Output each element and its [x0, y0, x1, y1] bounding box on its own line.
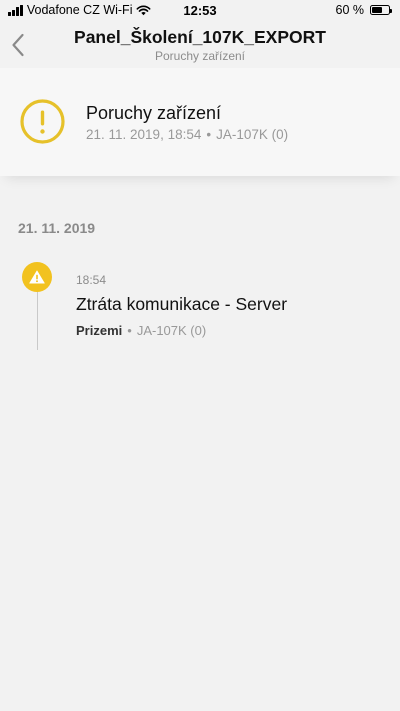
summary-meta: 21. 11. 2019, 18:54 • JA-107K (0)	[86, 127, 288, 142]
page-subtitle: Poruchy zařízení	[154, 49, 246, 63]
page-title: Panel_Školení_107K_EXPORT	[74, 27, 326, 47]
summary-card: Poruchy zařízení 21. 11. 2019, 18:54 • JA-…	[0, 68, 400, 176]
warning-circle-icon	[20, 99, 65, 144]
battery-percentage: 60 %	[335, 3, 365, 17]
battery-fill	[372, 7, 382, 13]
event-status-badge	[22, 262, 52, 292]
summary-date: 21. 11. 2019, 18:54	[86, 127, 202, 142]
date-heading: 21. 11. 2019	[18, 220, 96, 236]
status-bar: Vodafone CZ Wi-Fi 12:53 60 %	[0, 0, 400, 22]
battery-icon	[370, 5, 392, 15]
back-button[interactable]	[6, 30, 30, 60]
navigation-header: Panel_Školení_107K_EXPORT Poruchy zaříze…	[0, 22, 400, 68]
event-device: JA-107K (0)	[136, 323, 207, 338]
timeline-line	[36, 286, 38, 350]
summary-device: JA-107K (0)	[216, 127, 289, 142]
event-time: 18:54	[76, 273, 107, 287]
status-right: 60 %	[335, 3, 392, 17]
summary-title: Poruchy zařízení	[86, 103, 222, 123]
separator-dot: •	[127, 323, 132, 338]
event-meta: Prizemi • JA-107K (0)	[76, 323, 206, 338]
event-title: Ztráta komunikace - Server	[76, 294, 288, 314]
chevron-left-icon	[12, 33, 24, 57]
warning-triangle-icon	[29, 270, 45, 284]
separator-dot: •	[206, 127, 212, 142]
event-location: Prizemi	[76, 323, 123, 338]
